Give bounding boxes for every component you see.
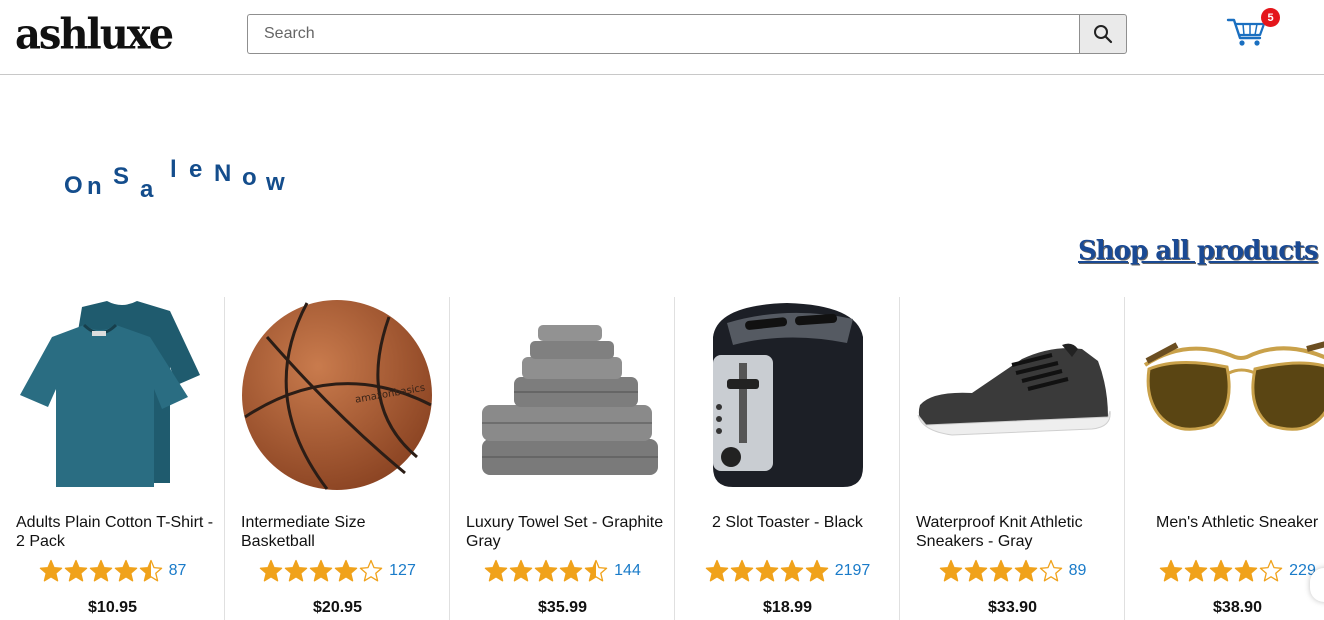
review-count[interactable]: 144 [614, 562, 641, 580]
star-rating [259, 559, 383, 583]
on-sale-now-title: O n S a l e N o w [64, 150, 324, 203]
sale-letter: l [170, 156, 179, 183]
star-rating [39, 559, 163, 583]
product-card[interactable]: Luxury Towel Set - Graphite Gray 144 $35… [450, 297, 675, 620]
product-name[interactable]: Luxury Towel Set - Graphite Gray [466, 513, 666, 551]
product-price: $35.99 [538, 599, 587, 616]
product-name[interactable]: Waterproof Knit Athletic Sneakers - Gray [916, 513, 1116, 551]
sale-letter: S [113, 163, 132, 190]
review-count[interactable]: 89 [1069, 562, 1087, 580]
product-price: $33.90 [988, 599, 1037, 616]
toaster-image [713, 303, 863, 487]
review-count[interactable]: 2197 [835, 562, 871, 580]
product-price: $20.95 [313, 599, 362, 616]
sale-letter: e [189, 156, 205, 183]
sale-letter: o [242, 164, 259, 191]
star-full-icon [705, 559, 728, 582]
star-rating [1159, 559, 1283, 583]
search-bar [247, 14, 1127, 54]
star-full-icon [1234, 559, 1258, 582]
star-full-icon [39, 559, 62, 582]
product-list: Adults Plain Cotton T-Shirt - 2 Pack 87 … [0, 297, 1324, 620]
star-full-icon [1159, 559, 1183, 582]
star-full-icon [1209, 559, 1233, 582]
sunglasses-image [1143, 341, 1324, 431]
sale-letter: O [64, 172, 85, 199]
cart-button[interactable]: 5 [1226, 8, 1282, 52]
search-input[interactable] [247, 14, 1079, 54]
product-rating: 89 [900, 559, 1125, 583]
product-price: $10.95 [88, 599, 137, 616]
product-name[interactable]: 2 Slot Toaster - Black [675, 513, 900, 532]
product-rating: 229 [1125, 559, 1324, 583]
star-full-icon [284, 559, 308, 582]
product-rating: 144 [450, 559, 675, 583]
star-full-icon [964, 559, 987, 582]
search-icon [1094, 25, 1113, 44]
product-name[interactable]: Intermediate Size Basketball [241, 513, 441, 551]
star-full-icon [89, 559, 112, 582]
sale-letter: a [140, 176, 156, 203]
star-full-icon [989, 559, 1012, 582]
star-full-icon [939, 559, 962, 582]
product-rating: 87 [0, 559, 225, 583]
tshirt-image [20, 301, 200, 487]
star-full-icon [534, 559, 558, 582]
star-empty-icon [1259, 559, 1283, 582]
star-full-icon [780, 559, 803, 582]
product-card[interactable]: Men's Athletic Sneaker 229 $38.90 [1125, 297, 1324, 620]
product-card[interactable]: Waterproof Knit Athletic Sneakers - Gray… [900, 297, 1125, 620]
product-price: $18.99 [763, 599, 812, 616]
product-name[interactable]: Men's Athletic Sneaker [1156, 513, 1324, 532]
product-rating: 127 [225, 559, 450, 583]
star-rating [939, 559, 1063, 583]
star-full-icon [755, 559, 778, 582]
star-empty-icon [1039, 559, 1062, 582]
star-full-icon [114, 559, 137, 582]
product-name[interactable]: Adults Plain Cotton T-Shirt - 2 Pack [16, 513, 216, 551]
sneaker-image [917, 343, 1111, 436]
star-full-icon [1014, 559, 1037, 582]
star-full-icon [484, 559, 508, 582]
star-empty-icon [359, 559, 383, 582]
star-full-icon [334, 559, 358, 582]
star-full-icon [309, 559, 333, 582]
basketball-image: amazonbasics [242, 300, 432, 490]
star-half-icon [139, 559, 162, 582]
review-count[interactable]: 127 [389, 562, 416, 580]
star-rating [705, 559, 829, 583]
shop-all-products-link[interactable]: Shop all products [1078, 236, 1319, 266]
star-full-icon [730, 559, 753, 582]
star-full-icon [64, 559, 87, 582]
star-rating [484, 559, 608, 583]
cart-count-badge: 5 [1261, 8, 1280, 27]
star-full-icon [259, 559, 283, 582]
sale-letter: n [87, 173, 104, 200]
star-half-icon [584, 559, 608, 582]
logo[interactable]: ashluxe [15, 10, 174, 59]
star-full-icon [559, 559, 583, 582]
star-full-icon [805, 559, 828, 582]
product-rating: 2197 [675, 559, 900, 583]
product-card[interactable]: amazonbasics Intermediate Size Basketbal… [225, 297, 450, 620]
sale-letter: N [214, 160, 234, 187]
towel-set-image [482, 325, 658, 475]
review-count[interactable]: 87 [169, 562, 187, 580]
star-full-icon [1184, 559, 1208, 582]
product-card[interactable]: 2 Slot Toaster - Black 2197 $18.99 [675, 297, 900, 620]
search-button[interactable] [1079, 14, 1127, 54]
product-card[interactable]: Adults Plain Cotton T-Shirt - 2 Pack 87 … [0, 297, 225, 620]
sale-letter: w [266, 169, 287, 196]
product-price: $38.90 [1213, 599, 1262, 616]
site-header: ashluxe 5 [0, 0, 1324, 75]
star-full-icon [509, 559, 533, 582]
